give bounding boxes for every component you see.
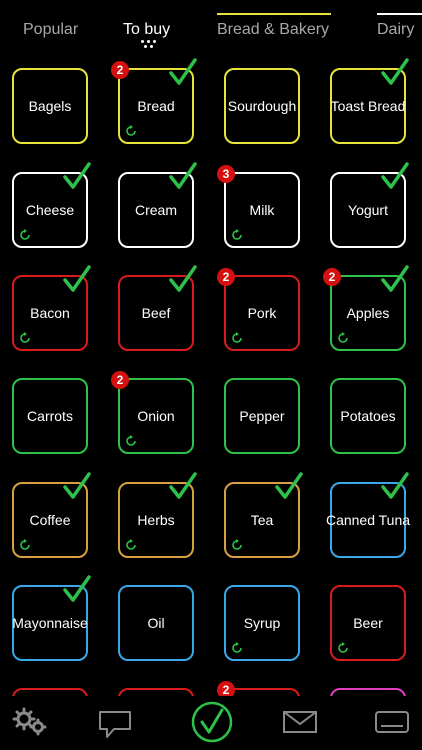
recurring-icon bbox=[338, 332, 348, 343]
checkmark-icon bbox=[381, 58, 409, 85]
item-label: Oil bbox=[147, 614, 165, 631]
quantity-badge: 2 bbox=[323, 268, 341, 286]
quantity-badge: 2 bbox=[111, 61, 129, 79]
active-tab-indicator-icon bbox=[141, 40, 157, 48]
item-tile[interactable]: Pepper bbox=[224, 378, 300, 454]
gears-icon[interactable] bbox=[12, 706, 48, 736]
item-tile[interactable]: Mayonnaise bbox=[12, 575, 91, 661]
recurring-icon bbox=[126, 435, 136, 446]
checkmark-icon bbox=[169, 58, 197, 85]
item-tile[interactable]: Milk 3 bbox=[217, 165, 300, 248]
item-tile[interactable]: Coffee bbox=[12, 472, 91, 558]
item-tile[interactable]: Apples 2 bbox=[323, 265, 409, 351]
recurring-icon bbox=[232, 642, 242, 653]
checkmark-circle-icon[interactable] bbox=[191, 701, 233, 743]
quantity-badge: 2 bbox=[217, 681, 235, 696]
item-label: Bagels bbox=[28, 97, 72, 114]
item-label: Carrots bbox=[27, 407, 73, 424]
recurring-icon bbox=[232, 332, 242, 343]
category-tabs: Popular To buy Bread & Bakery Dairy bbox=[0, 0, 422, 56]
item-tile[interactable]: Beer bbox=[330, 585, 406, 661]
quantity-badge: 3 bbox=[217, 165, 235, 183]
item-tile[interactable]: Onion 2 bbox=[111, 371, 194, 454]
checkmark-icon bbox=[63, 265, 91, 292]
recurring-icon bbox=[126, 125, 136, 136]
quantity-badge: 2 bbox=[111, 371, 129, 389]
recurring-icon bbox=[338, 642, 348, 653]
item-tile[interactable]: Pork 2 bbox=[217, 268, 300, 351]
checkmark-icon bbox=[63, 162, 91, 189]
recurring-icon bbox=[232, 539, 242, 550]
item-tile[interactable]: Tea bbox=[224, 472, 303, 558]
quantity-badge: 2 bbox=[217, 268, 235, 286]
item-grid: Bagels Bread 2 Sourdough Toast Bread Cheese Cr… bbox=[0, 56, 422, 696]
tablet-icon[interactable] bbox=[375, 711, 409, 733]
item-tile[interactable]: Bacon bbox=[12, 265, 91, 351]
tab-dairy[interactable]: Dairy bbox=[377, 21, 414, 39]
item-tile[interactable] bbox=[330, 688, 406, 696]
item-tile[interactable]: Herbs bbox=[118, 472, 197, 558]
checkmark-icon bbox=[63, 472, 91, 499]
tab-popular[interactable]: Popular bbox=[23, 21, 78, 39]
tab-bread-bakery[interactable]: Bread & Bakery bbox=[217, 21, 329, 39]
item-tile[interactable]: 2 bbox=[217, 681, 300, 696]
dairy-color-bar bbox=[377, 13, 422, 15]
recurring-icon bbox=[20, 332, 30, 343]
checkmark-icon bbox=[381, 472, 409, 499]
item-tile[interactable]: Bagels bbox=[12, 68, 88, 144]
item-tile[interactable]: Syrup bbox=[224, 585, 300, 661]
item-tile[interactable] bbox=[12, 688, 88, 696]
envelope-icon[interactable] bbox=[283, 711, 317, 733]
item-label: Potatoes bbox=[340, 407, 396, 424]
bottom-toolbar bbox=[0, 696, 422, 750]
item-tile[interactable]: Toast Bread bbox=[330, 58, 409, 144]
checkmark-icon bbox=[63, 575, 91, 602]
item-tile[interactable]: Bread 2 bbox=[111, 58, 197, 144]
checkmark-icon bbox=[275, 472, 303, 499]
item-tile[interactable] bbox=[118, 688, 194, 696]
checkmark-icon bbox=[169, 265, 197, 292]
item-tile[interactable]: Oil bbox=[118, 585, 194, 661]
speech-bubble-icon[interactable] bbox=[98, 710, 134, 740]
item-tile[interactable]: Cheese bbox=[12, 162, 91, 248]
recurring-icon bbox=[232, 229, 242, 240]
item-label: Sourdough bbox=[227, 97, 297, 114]
recurring-icon bbox=[20, 229, 30, 240]
item-tile[interactable]: Beef bbox=[118, 265, 197, 351]
checkmark-icon bbox=[381, 265, 409, 292]
tab-to-buy[interactable]: To buy bbox=[123, 21, 170, 39]
recurring-icon bbox=[20, 539, 30, 550]
checkmark-icon bbox=[169, 472, 197, 499]
bread-bakery-color-bar bbox=[217, 13, 331, 15]
item-tile[interactable]: Cream bbox=[118, 162, 197, 248]
item-tile[interactable]: Potatoes bbox=[330, 378, 406, 454]
item-tile[interactable]: Sourdough bbox=[224, 68, 300, 144]
checkmark-icon bbox=[169, 162, 197, 189]
item-tile[interactable]: Carrots bbox=[12, 378, 88, 454]
recurring-icon bbox=[126, 539, 136, 550]
item-tile[interactable]: Canned Tuna bbox=[326, 472, 410, 558]
item-label: Pepper bbox=[239, 407, 285, 424]
item-tile[interactable]: Yogurt bbox=[330, 162, 409, 248]
checkmark-icon bbox=[381, 162, 409, 189]
